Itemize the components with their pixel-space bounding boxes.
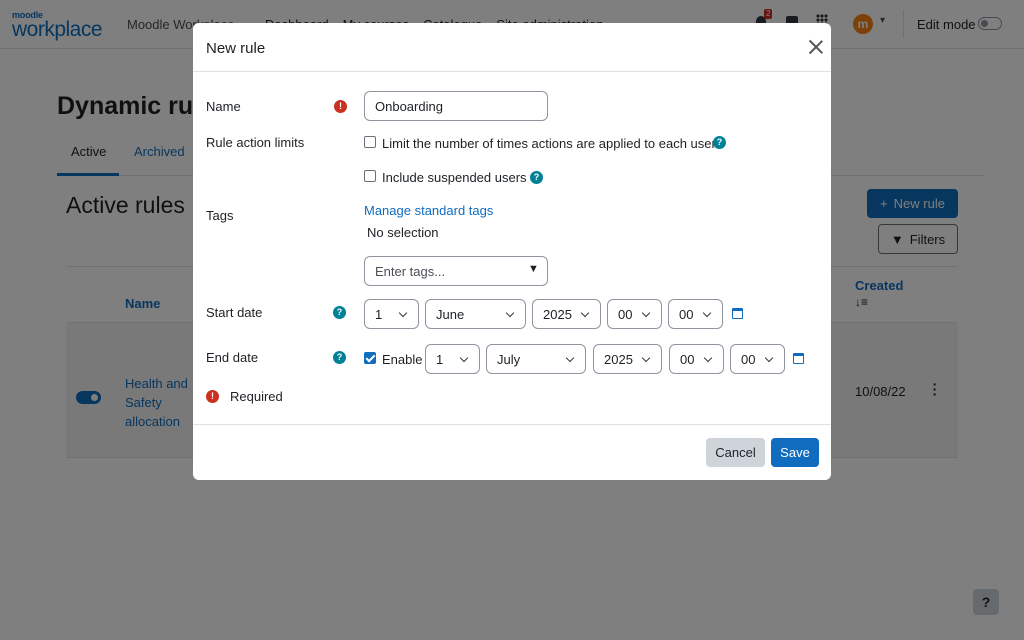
end-month-select[interactable]: July [486,344,586,374]
calendar-icon[interactable] [793,353,804,364]
chevron-down-icon [703,353,713,363]
chevron-down-icon [641,353,651,363]
name-label: Name [206,99,241,114]
manage-standard-tags-link[interactable]: Manage standard tags [364,203,493,218]
modal-footer-divider [193,424,831,425]
start-date-label: Start date [206,305,263,320]
include-suspended-checkbox-label[interactable]: Include suspended users [382,170,527,185]
help-icon[interactable]: ? [530,171,543,184]
limit-actions-checkbox-label[interactable]: Limit the number of times actions are ap… [382,136,716,151]
modal-title: New rule [206,40,266,57]
help-icon[interactable]: ? [333,306,346,319]
required-legend: Required [230,389,283,404]
start-day-select[interactable]: 1 [364,299,419,329]
tags-autocomplete-input[interactable]: Enter tags... ▼ [364,256,548,286]
calendar-icon[interactable] [732,308,743,319]
dropdown-arrow-icon[interactable]: ▼ [528,263,539,275]
end-year-select[interactable]: 2025 [593,344,662,374]
modal-header: New rule [193,23,831,72]
help-icon[interactable]: ? [713,136,726,149]
end-date-enable-checkbox[interactable] [364,352,376,364]
chevron-down-icon [505,308,515,318]
chevron-down-icon [764,353,774,363]
chevron-down-icon [641,308,651,318]
start-year-select[interactable]: 2025 [532,299,601,329]
chevron-down-icon [565,353,575,363]
tags-selection-status: No selection [367,225,439,240]
end-day-select[interactable]: 1 [425,344,480,374]
limit-actions-checkbox[interactable] [364,136,376,148]
rule-name-input[interactable] [364,91,548,121]
chevron-down-icon [580,308,590,318]
tags-label: Tags [206,208,234,223]
start-hour-select[interactable]: 00 [607,299,662,329]
new-rule-modal: New rule Name ! Rule action limits Limit… [193,23,831,480]
chevron-down-icon [702,308,712,318]
start-minute-select[interactable]: 00 [668,299,723,329]
include-suspended-checkbox[interactable] [364,170,376,182]
close-icon[interactable] [808,39,824,55]
cancel-button[interactable]: Cancel [706,438,765,467]
tags-placeholder: Enter tags... [375,264,446,279]
end-date-label: End date [206,350,259,365]
rule-action-limits-label: Rule action limits [206,135,305,150]
required-icon: ! [334,100,347,113]
help-icon[interactable]: ? [333,351,346,364]
save-button[interactable]: Save [771,438,819,467]
end-date-enable-label[interactable]: Enable [382,352,422,367]
end-minute-select[interactable]: 00 [730,344,785,374]
chevron-down-icon [459,353,469,363]
end-hour-select[interactable]: 00 [669,344,724,374]
required-icon: ! [206,390,219,403]
chevron-down-icon [398,308,408,318]
start-month-select[interactable]: June [425,299,526,329]
